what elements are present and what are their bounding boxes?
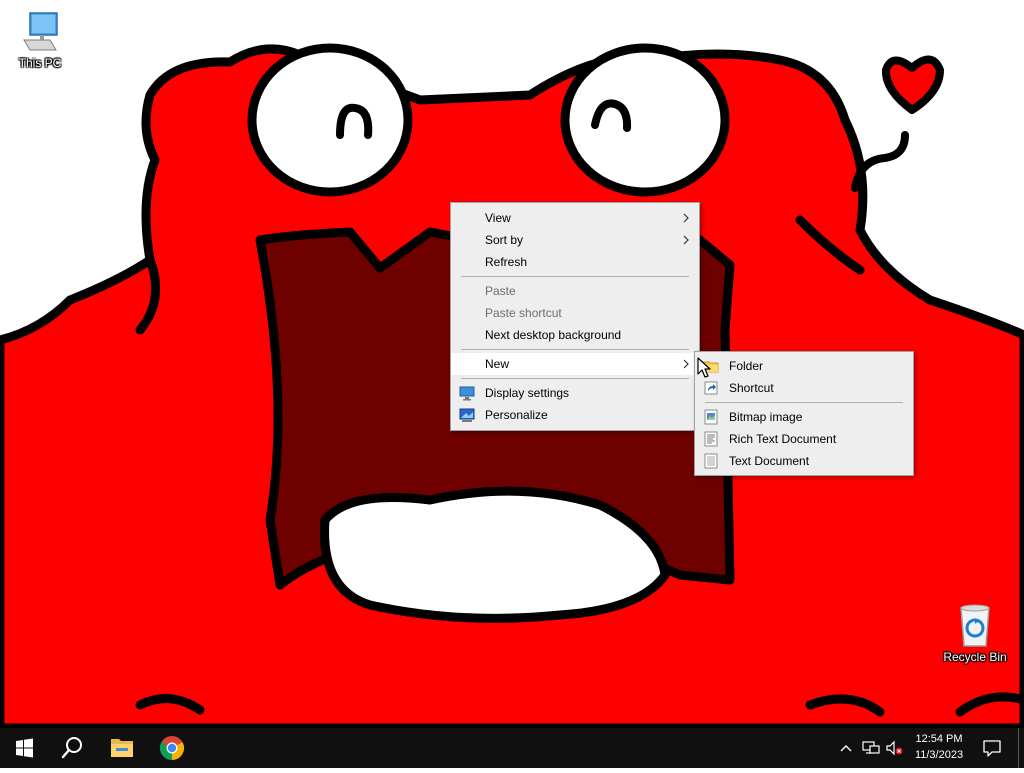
bitmap-image-icon	[704, 409, 718, 425]
menu-item-label: New	[485, 357, 510, 371]
menu-item-next-desktop-background[interactable]: Next desktop background	[451, 324, 699, 346]
menu-separator	[461, 349, 689, 350]
submenu-item-folder[interactable]: Folder	[695, 355, 913, 377]
start-icon	[16, 738, 33, 758]
notification-icon[interactable]	[982, 738, 1002, 758]
start-button[interactable]	[0, 728, 48, 768]
network-icon[interactable]	[862, 740, 880, 756]
menu-item-new[interactable]: New	[451, 353, 699, 375]
submenu-item-bitmap-image[interactable]: Bitmap image	[695, 406, 913, 428]
chrome-button[interactable]	[148, 728, 196, 768]
submenu-item-text-document[interactable]: Text Document	[695, 450, 913, 472]
desktop-icon-this-pc[interactable]: This PC	[2, 10, 78, 70]
chevron-up-icon[interactable]	[838, 740, 854, 756]
menu-item-label: Folder	[729, 359, 764, 373]
chevron-right-icon	[683, 235, 689, 245]
recycle-bin-icon	[960, 604, 990, 647]
taskbar: 12:54 PM 11/3/2023	[0, 728, 1024, 768]
mouse-cursor-icon	[697, 357, 711, 378]
display-settings-icon	[459, 386, 475, 401]
file-explorer-button[interactable]	[98, 728, 146, 768]
menu-item-label: View	[485, 211, 511, 225]
menu-item-view[interactable]: View	[451, 207, 699, 229]
show-desktop-button[interactable]	[1018, 728, 1024, 768]
menu-item-label: Next desktop background	[485, 328, 622, 342]
chevron-right-icon	[683, 359, 689, 369]
menu-item-label: Personalize	[485, 408, 548, 422]
menu-item-label: Paste shortcut	[485, 306, 562, 320]
menu-separator	[461, 276, 689, 277]
menu-item-label: Rich Text Document	[729, 432, 837, 446]
volume-muted-icon[interactable]	[886, 740, 904, 756]
menu-item-refresh[interactable]: Refresh	[451, 251, 699, 273]
computer-icon	[23, 12, 58, 51]
chrome-icon	[159, 736, 185, 760]
menu-item-label: Shortcut	[729, 381, 774, 395]
clock[interactable]: 12:54 PM 11/3/2023	[906, 731, 972, 765]
menu-item-label: Refresh	[485, 255, 528, 269]
desktop[interactable]: This PC Recycle Bin View Sort by Refresh…	[0, 0, 1024, 728]
shortcut-icon	[704, 381, 718, 395]
new-submenu: Folder Shortcut Bitmap image Rich Text D…	[694, 351, 914, 476]
clock-date: 11/3/2023	[914, 749, 964, 761]
desktop-context-menu: View Sort by Refresh Paste Paste shortcu…	[450, 202, 700, 431]
menu-item-personalize[interactable]: Personalize	[451, 404, 699, 426]
clock-time: 12:54 PM	[915, 733, 963, 745]
rich-text-document-icon	[704, 431, 718, 447]
text-document-icon	[704, 453, 718, 469]
menu-separator	[461, 378, 689, 379]
menu-item-label: Paste	[485, 284, 516, 298]
menu-item-paste-shortcut[interactable]: Paste shortcut	[451, 302, 699, 324]
menu-separator	[705, 402, 903, 403]
menu-item-display-settings[interactable]: Display settings	[451, 382, 699, 404]
menu-item-sort-by[interactable]: Sort by	[451, 229, 699, 251]
search-icon	[61, 737, 82, 759]
file-explorer-icon	[111, 739, 133, 757]
desktop-icon-label: Recycle Bin	[943, 650, 1007, 664]
desktop-icon-label: This PC	[18, 56, 62, 70]
chevron-right-icon	[683, 213, 689, 223]
menu-item-paste[interactable]: Paste	[451, 280, 699, 302]
menu-item-label: Bitmap image	[729, 410, 803, 424]
personalize-icon	[459, 408, 475, 422]
menu-item-label: Text Document	[729, 454, 810, 468]
desktop-icon-recycle-bin[interactable]: Recycle Bin	[937, 602, 1013, 664]
search-button[interactable]	[48, 728, 96, 768]
menu-item-label: Display settings	[485, 386, 570, 400]
submenu-item-rich-text-document[interactable]: Rich Text Document	[695, 428, 913, 450]
submenu-item-shortcut[interactable]: Shortcut	[695, 377, 913, 399]
menu-item-label: Sort by	[485, 233, 524, 247]
